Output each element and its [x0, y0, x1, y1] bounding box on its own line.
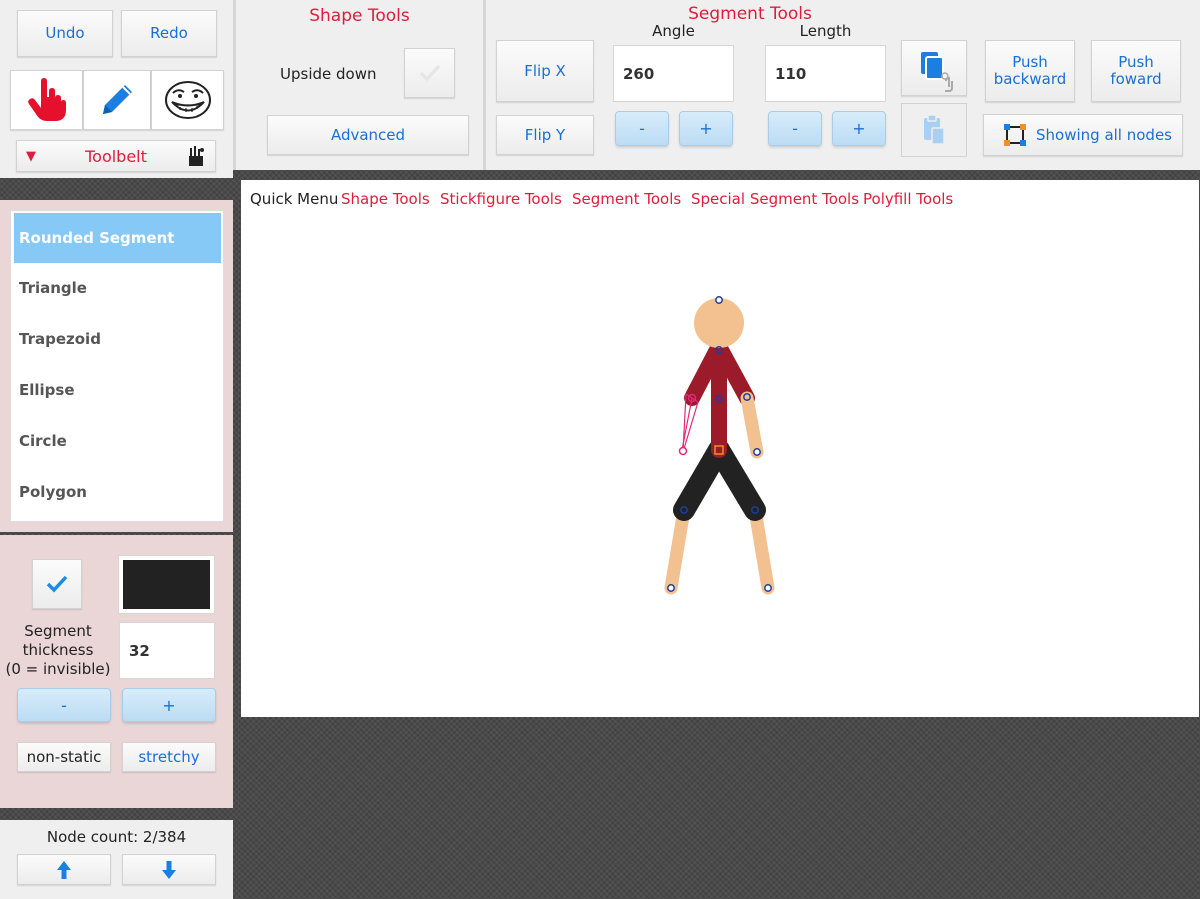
segment-visible-checkbox[interactable]: [32, 559, 82, 609]
checkmark-icon: [419, 64, 440, 82]
shape-item-polygon[interactable]: Polygon: [14, 467, 221, 517]
left-shin-segment[interactable]: [664, 503, 691, 595]
angle-decrease-button[interactable]: -: [615, 111, 669, 146]
toolbelt-icon: [189, 146, 204, 166]
right-thigh-segment[interactable]: [708, 439, 766, 521]
copy-segment-button[interactable]: [901, 40, 967, 96]
pencil-tool-button[interactable]: [83, 70, 151, 130]
length-input[interactable]: 110: [765, 45, 886, 102]
arrow-down-icon: [162, 860, 176, 879]
pencil-icon: [103, 85, 132, 114]
divider: [483, 0, 486, 170]
stretchy-button[interactable]: stretchy: [122, 742, 216, 772]
right-forearm-segment[interactable]: [740, 391, 764, 459]
length-label: Length: [799, 22, 852, 40]
flip-y-button[interactable]: Flip Y: [496, 115, 594, 155]
angle-input[interactable]: 260: [613, 45, 734, 102]
advanced-button[interactable]: Advanced: [267, 115, 469, 155]
redo-button[interactable]: Redo: [121, 10, 217, 57]
shape-list: Rounded Segment Triangle Trapezoid Ellip…: [10, 210, 224, 522]
thickness-increase-button[interactable]: +: [122, 688, 216, 722]
head-circle[interactable]: [694, 298, 744, 348]
thickness-label-line2: thickness: [22, 641, 94, 659]
shape-item-trapezoid[interactable]: Trapezoid: [14, 314, 221, 364]
undo-button[interactable]: Undo: [17, 10, 113, 57]
shape-item-circle[interactable]: Circle: [14, 416, 221, 466]
right-shin-segment[interactable]: [748, 503, 775, 595]
flip-x-button[interactable]: Flip X: [496, 40, 594, 102]
node-frame-icon: [1004, 124, 1026, 146]
upside-down-checkbox[interactable]: [404, 48, 455, 98]
shape-item-ellipse[interactable]: Ellipse: [14, 365, 221, 415]
selected-hand-node[interactable]: [678, 446, 688, 456]
segment-tools-title: Segment Tools: [688, 4, 812, 24]
triangle-down-icon: ▼: [26, 149, 36, 164]
showing-nodes-label: Showing all nodes: [1036, 125, 1172, 144]
checkmark-icon: [46, 575, 68, 593]
length-increase-button[interactable]: +: [832, 111, 886, 146]
thickness-input[interactable]: 32: [119, 622, 215, 679]
length-decrease-button[interactable]: -: [768, 111, 822, 146]
node-down-button[interactable]: [122, 854, 216, 885]
paste-icon: [924, 114, 945, 145]
copy-icon: [921, 52, 953, 92]
troll-tool-button[interactable]: [151, 70, 224, 130]
arrow-up-icon: [57, 860, 71, 879]
hand-tool-button[interactable]: [10, 70, 83, 130]
node-count: Node count: 2/384: [46, 828, 187, 846]
shape-item-rounded-segment[interactable]: Rounded Segment: [14, 213, 221, 263]
shape-tools-title: Shape Tools: [309, 6, 410, 26]
showing-nodes-button[interactable]: Showing all nodes: [983, 114, 1183, 156]
shape-item-triangle[interactable]: Triangle: [14, 263, 221, 313]
toolbelt-dropdown[interactable]: ▼ Toolbelt: [16, 140, 216, 172]
thickness-decrease-button[interactable]: -: [17, 688, 111, 722]
hand-pointer-icon: [27, 78, 66, 121]
paste-segment-button[interactable]: [901, 103, 967, 157]
thickness-label-line3: (0 = invisible): [5, 660, 111, 678]
troll-face-icon: [164, 81, 211, 119]
node-up-button[interactable]: [17, 854, 111, 885]
angle-label: Angle: [652, 22, 695, 40]
angle-increase-button[interactable]: +: [679, 111, 733, 146]
segment-color-swatch[interactable]: [118, 555, 215, 614]
stickfigure[interactable]: [241, 180, 1199, 717]
color-fill: [123, 560, 210, 609]
selected-forearm-segment[interactable]: [681, 397, 693, 451]
thickness-label-line1: Segment: [24, 622, 92, 640]
non-static-button[interactable]: non-static: [17, 742, 111, 772]
canvas-area[interactable]: Quick Menu Shape Tools Stickfigure Tools…: [241, 180, 1199, 717]
push-backward-button[interactable]: Push backward: [985, 40, 1075, 102]
toolbelt-label: Toolbelt: [85, 146, 147, 166]
push-forward-button[interactable]: Push foward: [1091, 40, 1181, 102]
upside-down-label: Upside down: [280, 65, 377, 83]
